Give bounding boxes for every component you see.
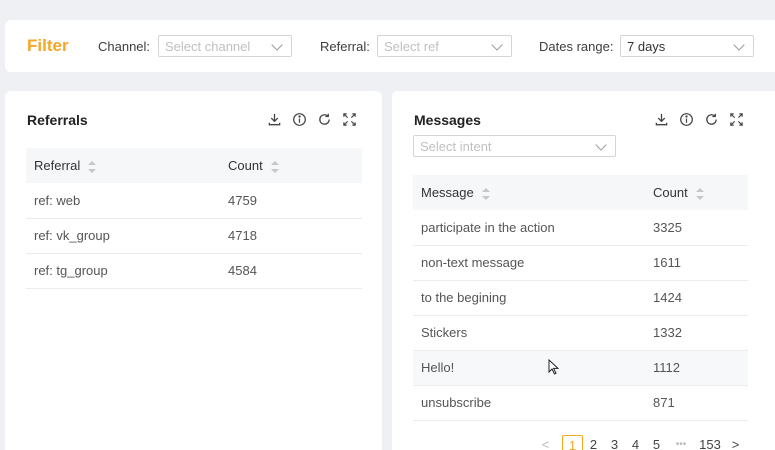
filter-title: Filter [27, 36, 69, 55]
refresh-icon[interactable] [317, 112, 332, 127]
column-header-label: Count [228, 158, 263, 173]
referral-label: Referral: [320, 39, 370, 54]
table-row: ref: web 4759 [26, 183, 362, 219]
message-name: unsubscribe [413, 385, 645, 421]
message-name: participate in the action [413, 210, 645, 246]
referrals-toolbar [267, 112, 357, 127]
pagination-page-3[interactable]: 3 [604, 435, 625, 450]
intent-select-placeholder: Select intent [420, 139, 492, 154]
messages-toolbar [654, 112, 744, 127]
referral-select-placeholder: Select ref [384, 39, 439, 54]
table-row: to the begining 1424 [413, 280, 748, 316]
pagination: < 1 2 3 4 5 ••• 153 > [535, 435, 746, 450]
column-header-label: Referral [34, 158, 81, 173]
dates-range-select[interactable]: 7 days [620, 35, 754, 57]
referrals-title: Referrals [27, 112, 88, 128]
pagination-next-button[interactable]: > [725, 435, 746, 450]
table-row: ref: vk_group 4718 [26, 218, 362, 254]
column-header-label: Message [421, 185, 474, 200]
chevron-down-icon [595, 139, 607, 151]
chevron-down-icon [271, 39, 283, 51]
referral-name: ref: vk_group [26, 218, 220, 254]
column-header-count[interactable]: Count [220, 148, 362, 183]
channel-select-placeholder: Select channel [165, 39, 251, 54]
fullscreen-icon[interactable] [729, 112, 744, 127]
referrals-card: Referrals Referral Count ref: web 4759 r… [5, 91, 382, 450]
table-row: participate in the action 3325 [413, 210, 748, 246]
sort-icon[interactable] [270, 160, 279, 173]
message-count: 871 [645, 385, 748, 421]
referral-select[interactable]: Select ref [377, 35, 512, 57]
referral-name: ref: web [26, 183, 220, 219]
table-row: Stickers 1332 [413, 315, 748, 351]
download-icon[interactable] [267, 112, 282, 127]
pagination-page-5[interactable]: 5 [646, 435, 667, 450]
sort-icon[interactable] [695, 187, 704, 200]
table-row: non-text message 1611 [413, 245, 748, 281]
fullscreen-icon[interactable] [342, 112, 357, 127]
messages-title: Messages [414, 112, 481, 128]
message-name: to the begining [413, 280, 645, 316]
pagination-page-last[interactable]: 153 [695, 435, 725, 450]
refresh-icon[interactable] [704, 112, 719, 127]
message-count: 3325 [645, 210, 748, 246]
sort-icon[interactable] [88, 160, 97, 173]
dates-range-value: 7 days [627, 39, 666, 54]
column-header-count[interactable]: Count [645, 175, 748, 210]
referral-count: 4759 [220, 183, 362, 219]
pagination-page-4[interactable]: 4 [625, 435, 646, 450]
info-icon[interactable] [679, 112, 694, 127]
pagination-page-2[interactable]: 2 [583, 435, 604, 450]
message-name: non-text message [413, 245, 645, 281]
referral-count: 4584 [220, 253, 362, 289]
info-icon[interactable] [292, 112, 307, 127]
message-count: 1112 [645, 350, 748, 386]
message-count: 1424 [645, 280, 748, 316]
intent-select[interactable]: Select intent [413, 135, 616, 157]
table-row: unsubscribe 871 [413, 385, 748, 421]
column-header-referral[interactable]: Referral [26, 148, 220, 183]
table-header-row: Referral Count [26, 148, 362, 183]
pagination-prev-button[interactable]: < [535, 435, 556, 450]
messages-table: Message Count participate in the action … [413, 175, 748, 421]
referrals-table: Referral Count ref: web 4759 ref: vk_gro… [26, 148, 362, 289]
download-icon[interactable] [654, 112, 669, 127]
channel-label: Channel: [98, 39, 151, 54]
referral-count: 4718 [220, 218, 362, 254]
messages-card: Messages Select intent Message Count par… [392, 91, 775, 450]
dates-range-label: Dates range: [539, 39, 614, 54]
table-row: Hello! 1112 [413, 350, 748, 386]
referral-name: ref: tg_group [26, 253, 220, 289]
pagination-page-1[interactable]: 1 [562, 435, 583, 450]
sort-icon[interactable] [481, 187, 490, 200]
pagination-ellipsis[interactable]: ••• [667, 435, 695, 450]
chevron-down-icon [491, 39, 503, 51]
channel-select[interactable]: Select channel [158, 35, 292, 57]
message-count: 1332 [645, 315, 748, 351]
column-header-message[interactable]: Message [413, 175, 645, 210]
mouse-cursor-icon [548, 359, 560, 375]
column-header-label: Count [653, 185, 688, 200]
chevron-down-icon [733, 39, 745, 51]
message-count: 1611 [645, 245, 748, 281]
table-header-row: Message Count [413, 175, 748, 210]
message-name: Hello! [413, 350, 645, 386]
table-row: ref: tg_group 4584 [26, 253, 362, 289]
message-name: Stickers [413, 315, 645, 351]
filter-bar: Filter Channel: Select channel Referral:… [5, 20, 775, 72]
